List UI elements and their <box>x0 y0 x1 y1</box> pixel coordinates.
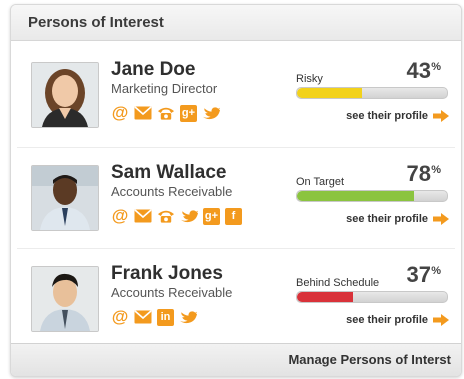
person-role: Marketing Director <box>111 81 218 96</box>
twitter-icon[interactable] <box>179 308 197 326</box>
google-plus-icon[interactable]: g+ <box>180 104 197 122</box>
google-plus-icon[interactable]: g+ <box>203 207 220 225</box>
email-icon[interactable] <box>134 104 152 122</box>
twitter-icon[interactable] <box>180 207 198 225</box>
persons-of-interest-widget: Persons of Interest Jane Doe Marketing D… <box>10 4 462 377</box>
avatar[interactable] <box>31 62 99 128</box>
see-profile-link[interactable]: see their profile <box>346 110 449 122</box>
see-profile-label: see their profile <box>346 213 428 225</box>
email-icon[interactable] <box>134 207 152 225</box>
see-profile-label: see their profile <box>346 314 428 326</box>
avatar[interactable] <box>31 165 99 231</box>
phone-icon[interactable] <box>157 207 175 225</box>
person-row: Jane Doe Marketing Director @ g+ Risky 4… <box>11 44 461 147</box>
percent-sign: % <box>431 61 441 73</box>
at-icon[interactable]: @ <box>111 206 129 225</box>
person-role: Accounts Receivable <box>111 184 233 199</box>
contact-icons: @ in <box>111 307 197 327</box>
person-role: Accounts Receivable <box>111 285 233 300</box>
person-name[interactable]: Frank Jones <box>111 263 223 285</box>
see-profile-link[interactable]: see their profile <box>346 314 449 326</box>
widget-title: Persons of Interest <box>28 14 164 31</box>
percent-sign: % <box>431 265 441 277</box>
email-icon[interactable] <box>134 308 152 326</box>
person-name[interactable]: Jane Doe <box>111 59 195 81</box>
manage-persons-link[interactable]: Manage Persons of Interst <box>288 352 451 367</box>
facebook-icon[interactable]: f <box>225 207 242 225</box>
person-name[interactable]: Sam Wallace <box>111 162 226 184</box>
phone-icon[interactable] <box>157 104 175 122</box>
progress-bar <box>296 87 448 99</box>
widget-footer: Manage Persons of Interst <box>11 343 461 376</box>
progress-bar-fill <box>297 191 414 201</box>
see-profile-label: see their profile <box>346 110 428 122</box>
see-profile-link[interactable]: see their profile <box>346 213 449 225</box>
status-label: Behind Schedule <box>296 277 380 289</box>
person-row: Sam Wallace Accounts Receivable @ g+ f O… <box>11 147 461 250</box>
progress-percent: 37 <box>406 262 431 287</box>
progress-bar-fill <box>297 292 353 302</box>
person-row: Frank Jones Accounts Receivable @ in Beh… <box>11 248 461 351</box>
twitter-icon[interactable] <box>202 104 220 122</box>
at-icon[interactable]: @ <box>111 103 129 122</box>
percent-sign: % <box>431 164 441 176</box>
contact-icons: @ g+ <box>111 103 220 123</box>
progress-bar-fill <box>297 88 362 98</box>
arrow-right-icon <box>433 213 449 225</box>
progress-percent: 43 <box>406 58 431 83</box>
status-label: Risky <box>296 73 323 85</box>
avatar[interactable] <box>31 266 99 332</box>
status-label: On Target <box>296 176 345 188</box>
arrow-right-icon <box>433 110 449 122</box>
linkedin-icon[interactable]: in <box>157 308 174 326</box>
at-icon[interactable]: @ <box>111 307 129 326</box>
contact-icons: @ g+ f <box>111 206 242 226</box>
progress-bar <box>296 291 448 303</box>
arrow-right-icon <box>433 314 449 326</box>
widget-header: Persons of Interest <box>11 5 461 41</box>
progress-bar <box>296 190 448 202</box>
progress-percent: 78 <box>406 161 431 186</box>
